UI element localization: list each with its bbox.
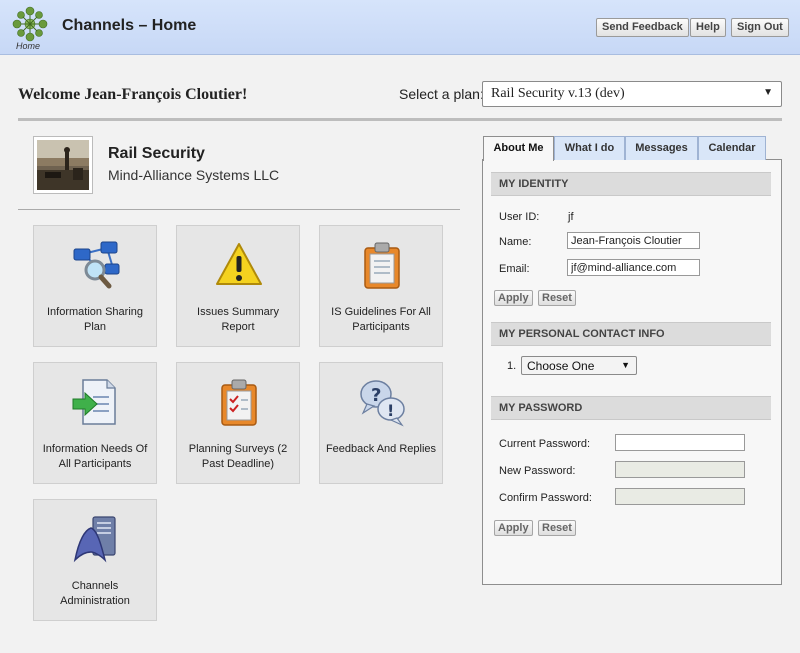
plan-label: Select a plan: [399,86,484,102]
clipboard-icon [357,240,407,290]
password-apply-button[interactable]: Apply [494,520,533,536]
speech-bubbles-icon: ? ! [357,377,407,427]
name-label: Name: [499,236,532,248]
help-button[interactable]: Help [690,18,726,37]
tile-label: Planning Surveys (2 Past Deadline) [188,443,288,470]
project-name: Rail Security [108,145,205,162]
project-image [33,136,93,194]
name-field[interactable] [567,232,700,249]
tile-label: Information Needs Of All Participants [42,443,148,470]
current-password-field[interactable] [615,434,745,451]
password-reset-button[interactable]: Reset [538,520,576,536]
dropdown-arrow-icon: ▼ [763,87,773,98]
page-title: Channels – Home [62,17,197,34]
network-magnifier-icon [71,240,121,290]
contact-type-select[interactable]: Choose One ▼ [521,356,637,375]
warning-icon [214,240,264,290]
tile-issues-summary-report[interactable]: Issues Summary Report [176,225,300,347]
divider [18,209,460,210]
confirm-password-field[interactable] [615,488,745,505]
survey-clipboard-icon [214,377,264,427]
contact-index: 1. [507,360,517,372]
tile-planning-surveys[interactable]: Planning Surveys (2 Past Deadline) [176,362,300,484]
user-id-value: jf [568,211,574,223]
send-feedback-button[interactable]: Send Feedback [596,18,689,37]
section-heading-password: MY PASSWORD [491,396,771,420]
current-password-label: Current Password: [499,438,591,450]
plan-select[interactable]: Rail Security v.13 (dev) ▼ [482,81,782,107]
section-heading-identity: MY IDENTITY [491,172,771,196]
tile-information-sharing-plan[interactable]: Information Sharing Plan [33,225,157,347]
app-header: Home Channels – Home Send Feedback Help … [0,0,800,55]
user-id-label: User ID: [499,211,540,223]
tile-label: Issues Summary Report [197,306,279,333]
project-organization: Mind-Alliance Systems LLC [108,167,280,183]
tab-about-me[interactable]: About Me [483,136,554,161]
tile-label: Information Sharing Plan [47,306,143,333]
new-password-label: New Password: [499,465,576,477]
document-arrow-icon [71,377,121,427]
identity-reset-button[interactable]: Reset [538,290,576,306]
tile-label: Channels Administration [60,580,130,607]
plan-selected-value: Rail Security v.13 (dev) [491,86,625,101]
tile-feedback-and-replies[interactable]: ? ! Feedback And Replies [319,362,443,484]
tile-information-needs[interactable]: Information Needs Of All Participants [33,362,157,484]
tile-label: IS Guidelines For All Participants [331,306,431,333]
tile-channels-administration[interactable]: Channels Administration [33,499,157,621]
logo-caption: Home [16,41,41,51]
admin-icon [71,514,121,564]
contact-type-value: Choose One [527,359,595,373]
divider [18,118,782,121]
tile-is-guidelines[interactable]: IS Guidelines For All Participants [319,225,443,347]
new-password-field[interactable] [615,461,745,478]
email-field[interactable] [567,259,700,276]
tile-label: Feedback And Replies [325,443,437,455]
tab-messages[interactable]: Messages [625,136,698,160]
identity-apply-button[interactable]: Apply [494,290,533,306]
tab-what-i-do[interactable]: What I do [554,136,625,160]
dropdown-arrow-icon: ▼ [621,360,630,370]
email-label: Email: [499,263,530,275]
welcome-message: Welcome Jean-François Cloutier! [18,86,248,103]
sign-out-button[interactable]: Sign Out [731,18,789,37]
confirm-password-label: Confirm Password: [499,492,592,504]
tab-calendar[interactable]: Calendar [698,136,766,160]
svg-text:!: ! [387,401,394,420]
section-heading-contact: MY PERSONAL CONTACT INFO [491,322,771,346]
